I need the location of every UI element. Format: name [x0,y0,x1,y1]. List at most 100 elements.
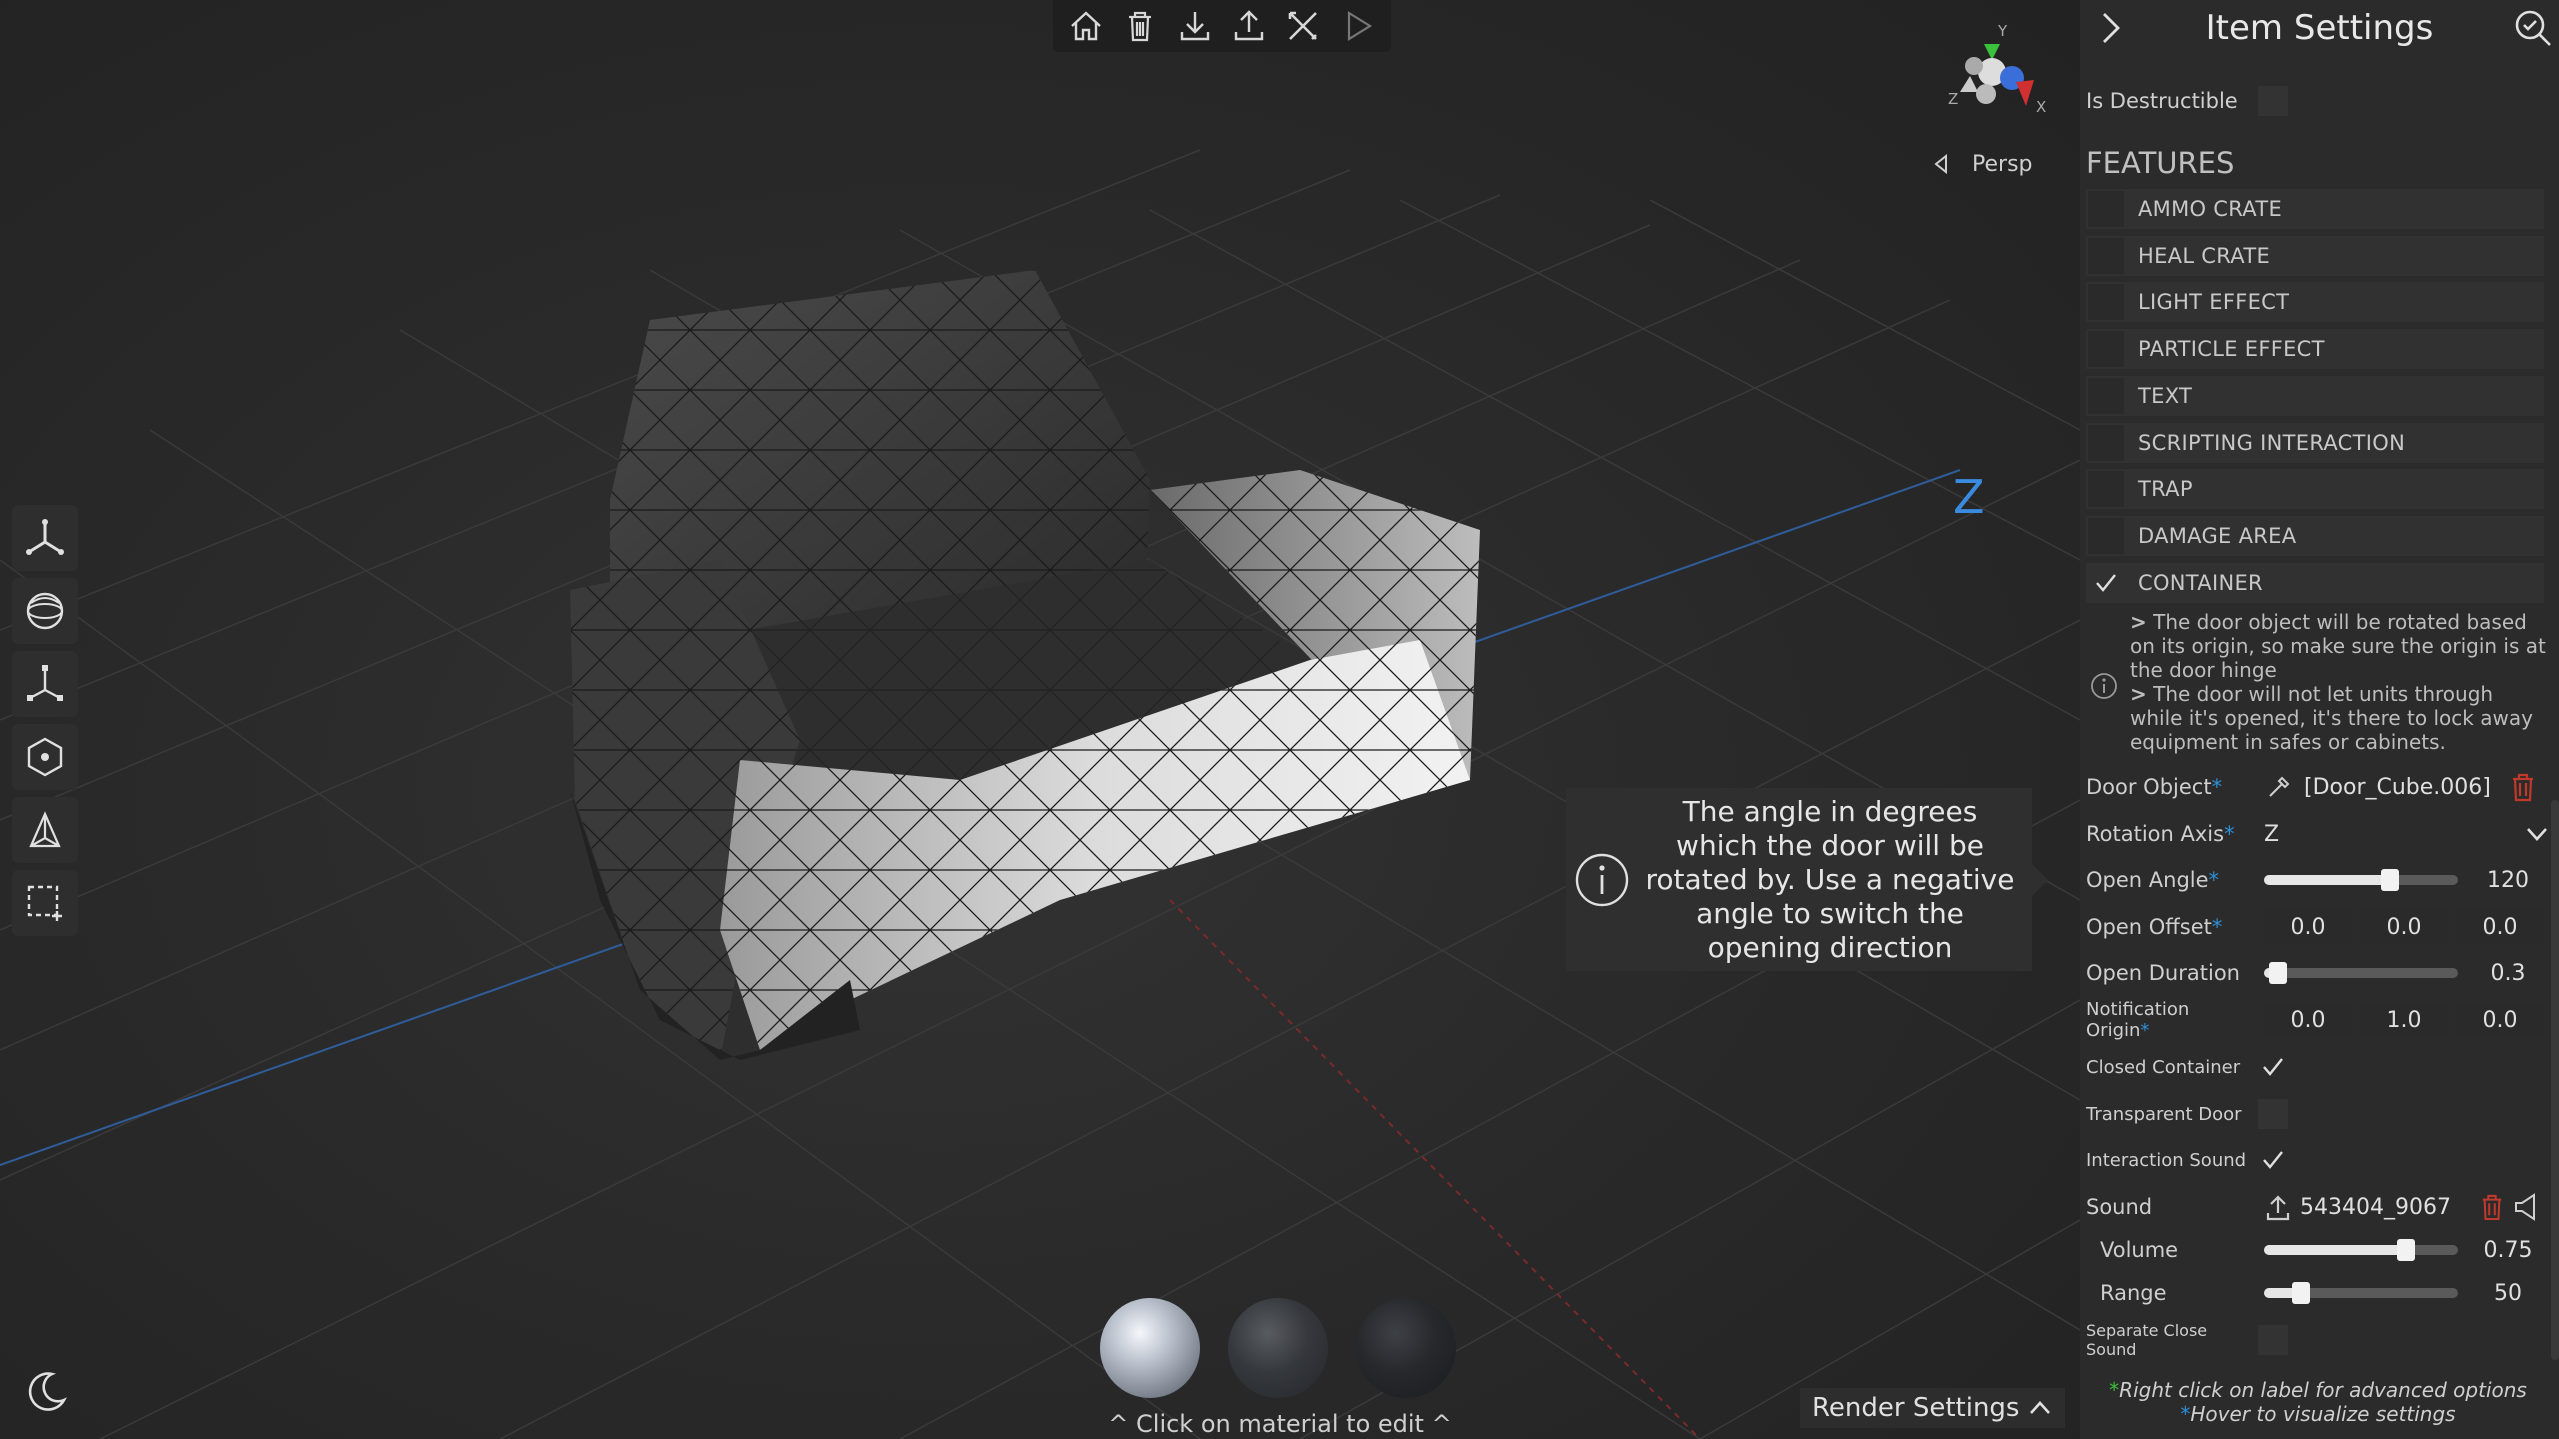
feature-particle-effect-checkbox[interactable] [2088,331,2124,368]
open-angle-slider[interactable] [2264,863,2458,897]
interaction-sound-row: Interaction Sound [2086,1143,2550,1177]
feature-container-checkbox[interactable] [2088,565,2124,601]
feature-light-effect[interactable]: LIGHT EFFECT [2086,282,2544,323]
feature-label: CONTAINER [2138,570,2263,595]
upload-icon[interactable] [1226,3,1272,49]
transparent-door-checkbox[interactable] [2258,1099,2288,1129]
range-input[interactable]: 50 [2468,1276,2548,1310]
home-icon[interactable] [1063,3,1109,49]
open-angle-label[interactable]: Open Angle [2086,868,2209,892]
rotation-axis-label[interactable]: Rotation Axis [2086,822,2224,846]
gizmo-y-label: Y [1997,22,2008,40]
open-offset-row: Open Offset* 0.0 0.0 0.0 [2086,910,2550,944]
range-label[interactable]: Range [2086,1281,2264,1305]
info-line-2-marker: > [2130,682,2147,706]
feature-label: DAMAGE AREA [2138,523,2297,548]
range-row: Range 50 [2086,1276,2550,1310]
transparent-door-label[interactable]: Transparent Door [2086,1104,2258,1125]
open-offset-x-input[interactable]: 0.0 [2264,910,2352,944]
interaction-sound-checkbox[interactable] [2258,1145,2288,1175]
feature-scripting-interaction[interactable]: SCRIPTING INTERACTION [2086,422,2544,463]
scale-gizmo-icon[interactable] [12,651,78,717]
notification-origin-z-input[interactable]: 0.0 [2456,1003,2544,1037]
notification-origin-label[interactable]: Notification Origin [2086,999,2189,1041]
interaction-sound-label[interactable]: Interaction Sound [2086,1150,2258,1171]
download-icon[interactable] [1172,3,1218,49]
feature-particle-effect[interactable]: PARTICLE EFFECT [2086,329,2544,370]
closed-container-label[interactable]: Closed Container [2086,1057,2258,1078]
dark-mode-icon[interactable] [14,1360,78,1424]
vertex-edit-icon[interactable] [12,797,78,863]
pivot-icon[interactable] [12,724,78,790]
rotation-axis-row: Rotation Axis* Z [2086,817,2550,851]
sound-row: Sound 543404_9067 [2086,1190,2550,1224]
delete-icon[interactable] [2480,1192,2504,1222]
play-icon[interactable] [1335,3,1381,49]
feature-damage-area[interactable]: DAMAGE AREA [2086,515,2544,556]
tools-icon[interactable] [1280,3,1326,49]
rotation-axis-select[interactable]: Z [2264,821,2550,847]
feature-trap-checkbox[interactable] [2088,471,2124,508]
container-info: > The door object will be rotated based … [2086,610,2550,758]
volume-input[interactable]: 0.75 [2468,1233,2548,1267]
render-settings-button[interactable]: Render Settings [1800,1388,2065,1428]
feature-container[interactable]: CONTAINER [2086,562,2544,603]
open-duration-slider[interactable] [2264,956,2458,990]
move-gizmo-icon[interactable] [12,505,78,571]
door-object-row: Door Object* [Door_Cube.006] [2086,770,2550,804]
orientation-gizmo[interactable]: Y Z X [1930,10,2050,130]
search-icon[interactable] [2513,8,2553,48]
is-destructible-checkbox[interactable] [2258,86,2288,116]
speaker-left-icon [1934,153,1947,175]
separate-close-sound-label[interactable]: Separate Close Sound [2086,1321,2258,1359]
feature-trap[interactable]: TRAP [2086,469,2544,510]
material-swatch-2[interactable] [1228,1298,1328,1398]
feature-text-checkbox[interactable] [2088,377,2124,414]
feature-light-effect-checkbox[interactable] [2088,284,2124,321]
feature-scripting-interaction-checkbox[interactable] [2088,424,2124,461]
open-offset-label[interactable]: Open Offset [2086,915,2212,939]
open-offset-y-input[interactable]: 0.0 [2360,910,2448,944]
material-swatch-3[interactable] [1356,1298,1456,1398]
panel-scrollbar[interactable] [2551,800,2559,1360]
chair-model[interactable] [570,270,1480,1060]
speaker-icon[interactable] [2512,1192,2544,1222]
material-swatch-1[interactable] [1100,1298,1200,1398]
open-angle-input[interactable]: 120 [2468,863,2548,897]
upload-icon[interactable] [2264,1193,2292,1221]
feature-ammo-crate-checkbox[interactable] [2088,191,2124,227]
feature-ammo-crate[interactable]: AMMO CRATE [2086,189,2544,229]
closed-container-checkbox[interactable] [2258,1052,2288,1082]
is-destructible-label: Is Destructible [2086,89,2238,113]
door-object-value[interactable]: [Door_Cube.006] [2304,775,2504,800]
volume-label[interactable]: Volume [2086,1238,2264,1262]
open-duration-input[interactable]: 0.3 [2468,956,2548,990]
volume-slider[interactable] [2264,1233,2458,1267]
notification-origin-row: Notification Origin* 0.0 1.0 0.0 [2086,999,2550,1041]
open-offset-z-input[interactable]: 0.0 [2456,910,2544,944]
rotate-gizmo-icon[interactable] [12,578,78,644]
door-object-label[interactable]: Door Object [2086,775,2212,799]
notification-origin-y-input[interactable]: 1.0 [2360,1003,2448,1037]
delete-icon[interactable] [2510,772,2536,802]
sound-value[interactable]: 543404_9067 [2300,1195,2480,1220]
camera-mode-label: Persp [1972,151,2033,177]
panel-header: Item Settings [2080,0,2559,56]
3d-viewport[interactable]: Y Z X Persp Z The angle in degrees which… [0,0,2080,1439]
sound-label[interactable]: Sound [2086,1195,2264,1219]
select-box-icon[interactable] [12,870,78,936]
feature-text[interactable]: TEXT [2086,375,2544,416]
feature-heal-crate-checkbox[interactable] [2088,237,2124,274]
scene-canvas[interactable] [0,0,2080,1439]
feature-label: LIGHT EFFECT [2138,290,2290,315]
range-slider[interactable] [2264,1276,2458,1310]
feature-heal-crate[interactable]: HEAL CRATE [2086,235,2544,276]
separate-close-sound-checkbox[interactable] [2258,1325,2288,1355]
eyedropper-icon[interactable] [2264,772,2294,802]
feature-label: HEAL CRATE [2138,243,2271,268]
open-duration-label[interactable]: Open Duration [2086,961,2264,985]
notification-origin-x-input[interactable]: 0.0 [2264,1003,2352,1037]
trash-icon[interactable] [1117,3,1163,49]
feature-damage-area-checkbox[interactable] [2088,517,2124,554]
camera-mode-toggle[interactable]: Persp [1930,146,2050,182]
